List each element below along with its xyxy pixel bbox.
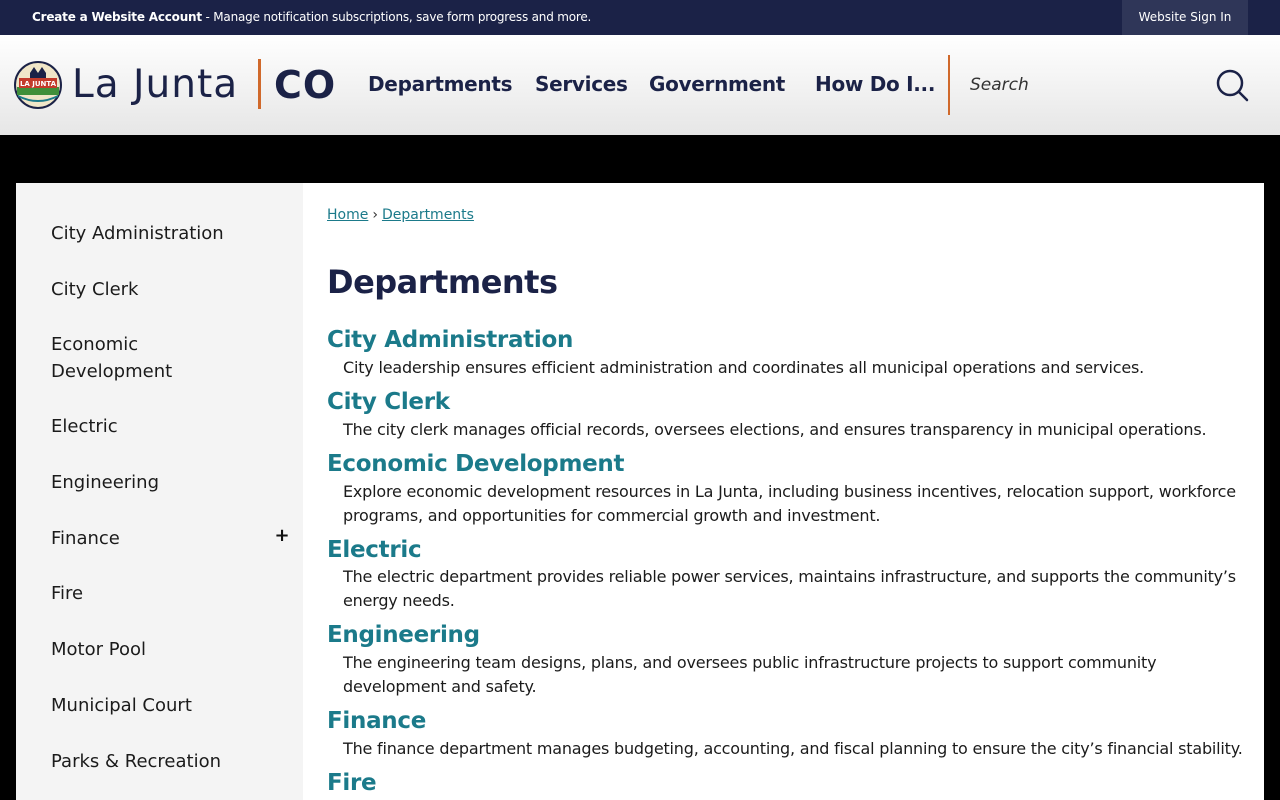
account-message: Create a Website Account - Manage notifi… — [32, 10, 591, 24]
sidebar-item-city-administration[interactable]: City Administration — [51, 220, 251, 247]
logo-divider — [258, 59, 261, 109]
dept-description: The city clerk manages official records,… — [343, 420, 1207, 439]
seal-text: LA JUNTA — [20, 80, 57, 88]
dept-description: Explore economic development resources i… — [343, 482, 1236, 525]
finance-expand-icon[interactable]: + — [274, 527, 290, 545]
dept-title-electric[interactable]: Electric — [327, 537, 422, 563]
dept-description: The electric department provides reliabl… — [343, 567, 1236, 610]
dept-title-engineering[interactable]: Engineering — [327, 622, 480, 648]
sidebar-item-city-clerk[interactable]: City Clerk — [51, 276, 251, 303]
dept-title-city-administration[interactable]: City Administration — [327, 327, 573, 353]
sidebar-item-finance[interactable]: Finance — [51, 525, 251, 552]
dept-title-finance[interactable]: Finance — [327, 708, 426, 734]
sidebar: City Administration City Clerk Economic … — [16, 183, 303, 800]
nav-how-do-i[interactable]: How Do I... — [815, 72, 935, 96]
content-area: City Administration City Clerk Economic … — [16, 183, 1264, 800]
breadcrumb-separator: › — [372, 207, 378, 223]
site-header: LA JUNTA La Junta CO Departments Service… — [0, 35, 1280, 135]
breadcrumb-home-link[interactable]: Home — [327, 207, 368, 223]
main-content: Home › Departments Departments City Admini… — [327, 183, 1257, 800]
logo-wordmark: La Junta — [72, 62, 239, 107]
dept-title-city-clerk[interactable]: City Clerk — [327, 389, 450, 415]
dept-title-fire[interactable]: Fire — [327, 770, 377, 796]
city-seal-icon: LA JUNTA — [14, 61, 62, 109]
nav-services[interactable]: Services — [535, 72, 628, 96]
page-title: Departments — [327, 263, 558, 301]
breadcrumb-departments-link[interactable]: Departments — [382, 207, 474, 223]
search-divider — [948, 55, 950, 115]
account-message-text: - Manage notification subscriptions, sav… — [201, 10, 592, 24]
dept-description: The finance department manages budgeting… — [343, 739, 1243, 758]
sidebar-item-parks-recreation[interactable]: Parks & Recreation — [51, 748, 251, 775]
dept-description: City leadership ensures efficient admini… — [343, 358, 1145, 377]
dept-description: The engineering team designs, plans, and… — [343, 653, 1157, 696]
sidebar-item-economic-development[interactable]: Economic Development — [51, 331, 201, 385]
logo-state: CO — [274, 63, 337, 107]
sidebar-item-electric[interactable]: Electric — [51, 413, 251, 440]
nav-departments[interactable]: Departments — [368, 72, 513, 96]
website-sign-in-button[interactable]: Website Sign In — [1122, 0, 1248, 35]
breadcrumb: Home › Departments — [327, 207, 474, 223]
sidebar-item-fire[interactable]: Fire — [51, 580, 251, 607]
nav-government[interactable]: Government — [649, 72, 785, 96]
sidebar-item-motor-pool[interactable]: Motor Pool — [51, 636, 251, 663]
search-icon[interactable] — [1214, 67, 1250, 103]
sidebar-item-municipal-court[interactable]: Municipal Court — [51, 692, 251, 719]
search-input[interactable] — [960, 65, 1200, 105]
create-account-link[interactable]: Create a Website Account — [32, 10, 202, 24]
dept-title-economic-development[interactable]: Economic Development — [327, 451, 624, 477]
notification-bar: Create a Website Account - Manage notifi… — [0, 0, 1280, 35]
sidebar-item-engineering[interactable]: Engineering — [51, 469, 251, 496]
